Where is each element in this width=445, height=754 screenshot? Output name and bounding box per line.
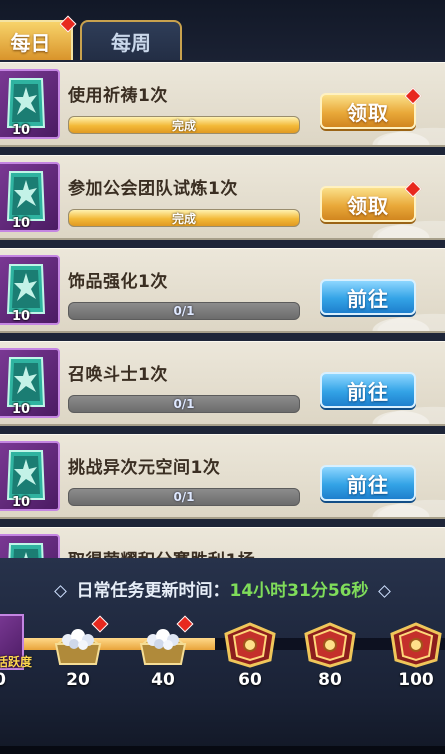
task-progress-text: 0/1 <box>173 490 195 504</box>
refresh-time: 14小时31分56秒 <box>229 581 369 601</box>
crystal-card-icon[interactable]: 10 <box>0 348 60 418</box>
milestone-value: 60 <box>238 670 262 690</box>
crystal-card-icon[interactable]: 10 <box>0 441 60 511</box>
button-label: 前往 <box>347 379 389 404</box>
task-title: 召唤斗士1次 <box>68 365 168 385</box>
diamond-ornament-icon <box>378 584 392 598</box>
task-title: 取得荣耀积分赛胜利1场 <box>68 546 255 558</box>
task-progress-bar: 0/1 <box>68 395 300 413</box>
milestone-value: 40 <box>151 670 175 690</box>
button-label: 领取 <box>347 193 389 218</box>
task-card: 10 取得荣耀积分赛胜利1场 <box>0 527 445 558</box>
silver-chest-icon[interactable] <box>50 615 109 668</box>
go-button[interactable]: 前往 <box>320 465 416 501</box>
reward-count: 10 <box>12 216 31 231</box>
button-label: 领取 <box>347 100 389 125</box>
reward-count: 10 <box>12 402 31 417</box>
footer-bar <box>0 746 445 754</box>
milestone-value: 80 <box>318 670 342 690</box>
gold-chest-icon[interactable] <box>388 620 444 668</box>
activity-current-value: 0 <box>0 670 30 690</box>
claim-button[interactable]: 领取 <box>320 87 422 129</box>
gold-chest-icon[interactable] <box>222 620 278 668</box>
task-progress-bar: 完成 <box>68 209 300 227</box>
claim-button[interactable]: 领取 <box>320 180 422 222</box>
tab-weekly[interactable]: 每周 <box>80 20 182 60</box>
refresh-timer: 日常任务更新时间：14小时31分56秒 <box>0 576 445 601</box>
tab-daily[interactable]: 每日 <box>0 15 77 60</box>
go-button[interactable]: 前往 <box>320 279 416 315</box>
task-card: 10 挑战异次元空间1次 0/1 前往 <box>0 434 445 519</box>
notification-badge <box>404 87 422 105</box>
task-progress-bar: 0/1 <box>68 302 300 320</box>
activity-panel: 日常任务更新时间：14小时31分56秒 活跃度 0 20 40 60 80 10… <box>0 558 445 754</box>
silver-chest-icon[interactable] <box>135 615 194 668</box>
crystal-card-icon[interactable]: 10 <box>0 69 60 139</box>
task-progress-text: 0/1 <box>173 397 195 411</box>
task-progress-text: 完成 <box>171 118 196 133</box>
task-card: 10 参加公会团队试炼1次 完成 领取 <box>0 155 445 240</box>
task-title: 使用祈祷1次 <box>68 86 168 106</box>
button-label: 前往 <box>347 472 389 497</box>
task-title: 饰品强化1次 <box>68 272 168 292</box>
task-progress-bar: 完成 <box>68 116 300 134</box>
crystal-card-icon[interactable]: 10 <box>0 534 60 558</box>
button-label: 前往 <box>347 286 389 311</box>
notification-badge <box>404 180 422 198</box>
tab-bar: 每日 每周 <box>0 0 445 60</box>
reward-count: 10 <box>12 495 31 510</box>
gold-chest-icon[interactable] <box>302 620 358 668</box>
tab-daily-label: 每日 <box>10 30 51 55</box>
notification-badge <box>59 15 77 33</box>
milestone-value: 100 <box>398 670 434 690</box>
task-progress-text: 完成 <box>171 211 196 226</box>
tab-weekly-label: 每周 <box>111 30 151 55</box>
task-card: 10 使用祈祷1次 完成 领取 <box>0 62 445 147</box>
task-card: 10 饰品强化1次 0/1 前往 <box>0 248 445 333</box>
task-card: 10 召唤斗士1次 0/1 前往 <box>0 341 445 426</box>
reward-count: 10 <box>12 123 31 138</box>
milestone-value: 20 <box>66 670 90 690</box>
diamond-ornament-icon <box>53 584 67 598</box>
task-progress-text: 0/1 <box>173 304 195 318</box>
activity-label: 活跃度 <box>0 655 33 669</box>
task-title: 参加公会团队试炼1次 <box>68 179 238 199</box>
refresh-label: 日常任务更新时间： <box>76 581 230 601</box>
task-title: 挑战异次元空间1次 <box>68 458 221 478</box>
reward-count: 10 <box>12 309 31 324</box>
task-list[interactable]: 10 使用祈祷1次 完成 领取 10 参加公会团队试炼1次 完成 领取 10 饰… <box>0 60 445 558</box>
crystal-card-icon[interactable]: 10 <box>0 162 60 232</box>
task-progress-bar: 0/1 <box>68 488 300 506</box>
go-button[interactable]: 前往 <box>320 372 416 408</box>
crystal-card-icon[interactable]: 10 <box>0 255 60 325</box>
